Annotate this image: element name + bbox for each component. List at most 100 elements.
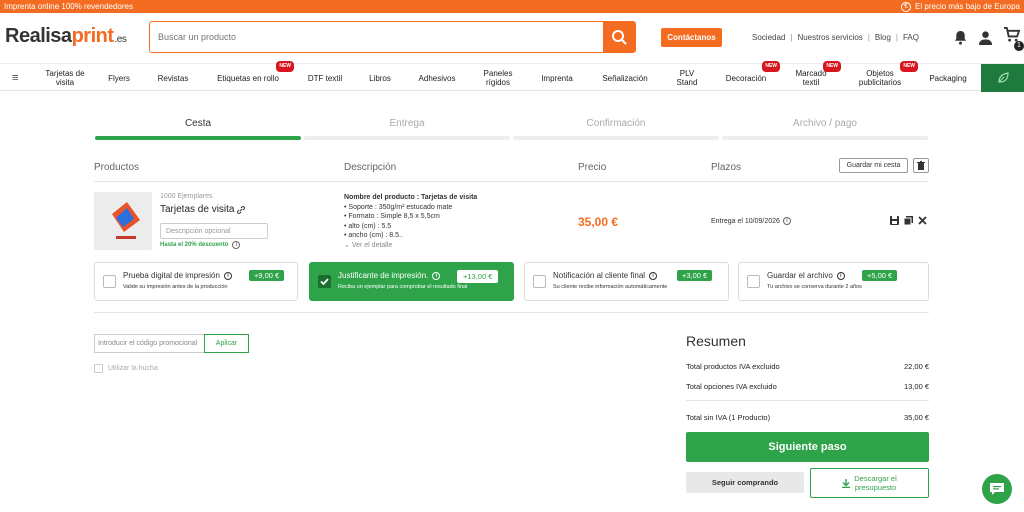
new-badge: NEW (762, 61, 780, 72)
step-archivo: Archivo / pago (722, 118, 928, 140)
new-badge: NEW (900, 61, 918, 72)
banner-right-text: El precio más bajo de Europa (915, 2, 1020, 11)
info-icon[interactable]: i (432, 271, 441, 280)
link-servicios[interactable]: Nuestros servicios (797, 33, 862, 42)
nav-imprenta[interactable]: Imprenta (535, 64, 579, 92)
nav-libros[interactable]: Libros (364, 64, 396, 92)
checkbox[interactable] (94, 364, 103, 373)
nav-senalizacion[interactable]: Señalización (596, 64, 654, 92)
nav-adhesivos[interactable]: Adhesivos (413, 64, 461, 92)
product-price: 35,00 € (578, 215, 619, 229)
bell-icon[interactable] (953, 30, 968, 45)
logo[interactable]: Realisaprint.es (5, 25, 127, 48)
header-products: Productos (94, 162, 140, 173)
logo-prefix: Realisa (5, 25, 72, 47)
summary-row: Total productos IVA excluido 22,00 € (686, 362, 929, 371)
nav-label: DTF textil (307, 73, 343, 83)
download-icon (842, 478, 851, 488)
separator: | (867, 33, 870, 42)
leaf-icon (997, 72, 1009, 83)
option-digital-proof[interactable]: Prueba digital de impresión i +9,00 € Val… (94, 262, 298, 301)
nav-etiquetas[interactable]: Etiquetas en rollo NEW (210, 61, 294, 92)
user-icon[interactable] (978, 30, 993, 45)
link-faq[interactable]: FAQ (903, 33, 919, 42)
summary-label: Total opciones IVA excluido (686, 382, 777, 391)
product-thumbnail (94, 192, 152, 250)
product-quantity: 1000 Ejemplares (160, 193, 213, 200)
option-print-proof[interactable]: Justificante de impresión. i +13,00 € Rec… (309, 262, 514, 301)
cart[interactable]: 1 (1003, 27, 1024, 51)
download-line: Descargar el (854, 474, 897, 483)
use-hucha-label: Utilizar la hucha (108, 365, 158, 372)
summary-value: 35,00 € (903, 413, 929, 422)
chat-button[interactable] (982, 474, 1012, 504)
nav-flyers[interactable]: Flyers (103, 64, 135, 92)
nav-label: Adhesivos (418, 73, 456, 83)
nav-decoracion[interactable]: Decoración NEW (720, 61, 780, 92)
info-icon[interactable]: i (782, 217, 791, 225)
checkbox[interactable] (747, 275, 760, 288)
link-icon[interactable] (237, 205, 246, 214)
option-save-file[interactable]: Guardar el archivo i +5,00 € Tu archivo s… (738, 262, 929, 301)
info-icon[interactable]: i (232, 241, 241, 249)
nav-label: Tarjetas de visita (45, 69, 85, 87)
step-label: Confirmación (586, 118, 646, 129)
download-quote-button[interactable]: Descargar el presupuesto (810, 468, 929, 498)
summary-label: Total sin IVA (1 Producto) (686, 413, 771, 422)
summary-label: Total productos IVA excluido (686, 362, 780, 371)
site-header: Realisaprint.es Contáctanos Sociedad | Nu… (0, 13, 1024, 63)
separator: | (790, 33, 793, 42)
product-description: Nombre del producto : Tarjetas de visita… (344, 193, 477, 250)
search-button[interactable] (603, 22, 635, 52)
clear-cart-button[interactable] (913, 158, 929, 173)
option-client-notification[interactable]: Notificación al cliente final i +3,00 € S… (524, 262, 729, 301)
checkbox[interactable] (533, 275, 546, 288)
option-price: +5,00 € (862, 270, 898, 281)
nav-objetos[interactable]: Objetos publicitarios NEW (850, 61, 918, 92)
nav-tarjetas[interactable]: Tarjetas de visita (42, 64, 88, 92)
link-blog[interactable]: Blog (875, 33, 891, 42)
checkbox[interactable] (103, 275, 116, 288)
nav-packaging[interactable]: Packaging (925, 64, 971, 92)
search-input[interactable] (150, 22, 603, 52)
info-icon[interactable]: i (836, 271, 845, 280)
step-bar (304, 136, 510, 140)
eco-button[interactable] (981, 64, 1024, 92)
step-label: Cesta (184, 118, 212, 129)
next-step-button[interactable]: Siguiente paso (686, 432, 929, 462)
nav-dtf[interactable]: DTF textil (303, 64, 347, 92)
menu-icon[interactable]: ≡ (12, 72, 18, 84)
apply-promo-button[interactable]: Aplicar (204, 334, 249, 353)
nav-label: Paneles rígidos (483, 69, 513, 87)
promo-code-input[interactable]: Introducir el código promocional (94, 334, 204, 353)
copy-icon[interactable] (904, 216, 913, 225)
delivery-date: Entrega el 10/09/2026 i (711, 217, 791, 225)
see-detail-label: Ver el detalle (351, 241, 393, 249)
option-title-wrap: Justificante de impresión. i (338, 271, 441, 280)
save-icon[interactable] (890, 216, 899, 225)
nav-marcado[interactable]: Marcado textil NEW (789, 61, 841, 92)
header-price: Precio (578, 162, 607, 173)
nav-label: Libros (369, 73, 391, 83)
banner-right: € El precio más bajo de Europa (901, 1, 1020, 12)
business-card-image (94, 192, 152, 250)
delivery-text: Entrega el 10/09/2026 (711, 217, 780, 225)
discount-text: Hasta el 20% descuento (160, 242, 229, 248)
link-sociedad[interactable]: Sociedad (752, 33, 785, 42)
continue-shopping-button[interactable]: Seguir comprando (686, 472, 804, 493)
nav-plv[interactable]: PLV Stand (671, 64, 703, 92)
new-badge: NEW (276, 61, 294, 72)
option-price: +9,00 € (249, 270, 285, 281)
checkbox-checked[interactable] (318, 275, 331, 288)
optional-description-input[interactable]: Descripción opcional (160, 223, 268, 239)
info-icon[interactable]: i (649, 271, 658, 280)
nav-paneles[interactable]: Paneles rígidos (478, 64, 518, 92)
use-hucha-option[interactable]: Utilizar la hucha (94, 364, 158, 373)
close-icon[interactable] (918, 216, 927, 225)
see-detail-link[interactable]: ⌄ Ver el detalle (344, 241, 477, 251)
save-cart-button[interactable]: Guardar mi cesta (839, 158, 908, 173)
nav-revistas[interactable]: Revistas (152, 64, 194, 92)
option-title: Prueba digital de impresión (123, 271, 220, 280)
info-icon[interactable]: i (223, 271, 232, 280)
contact-button[interactable]: Contáctanos (661, 28, 722, 47)
